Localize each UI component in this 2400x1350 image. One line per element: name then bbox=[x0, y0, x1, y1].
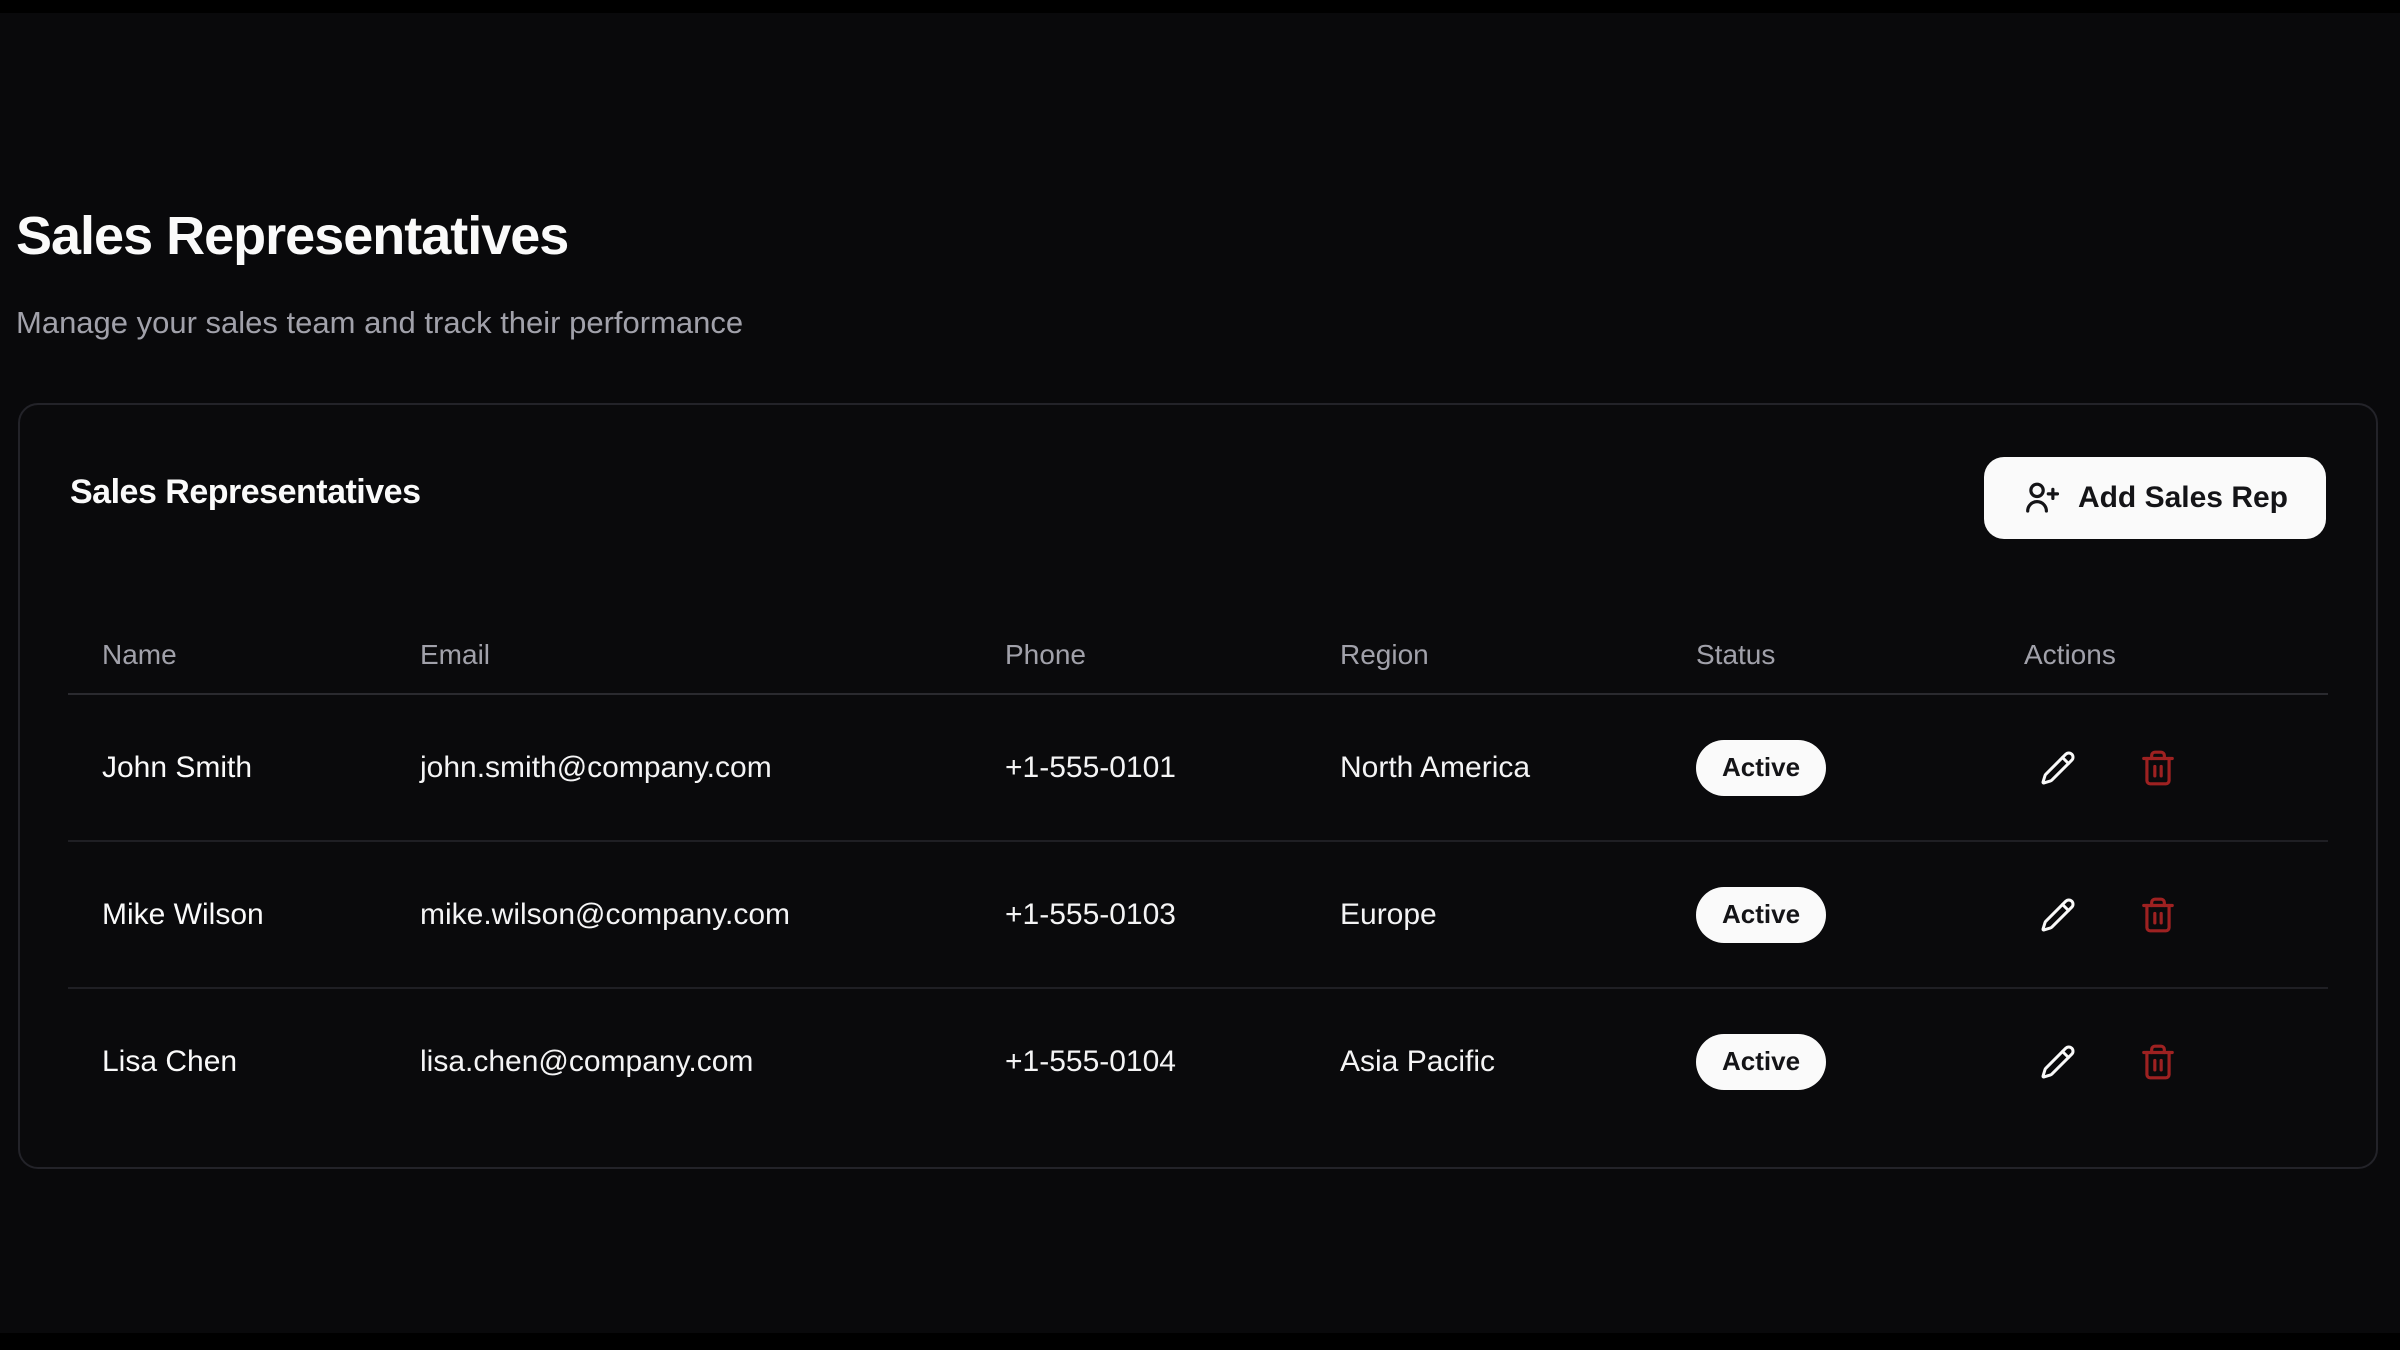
card-title: Sales Representatives bbox=[70, 473, 420, 512]
edit-button[interactable] bbox=[2030, 1034, 2086, 1090]
page-background: Sales Representatives Manage your sales … bbox=[0, 13, 2400, 1333]
cell-name: Lisa Chen bbox=[68, 1045, 386, 1079]
cell-actions bbox=[1990, 887, 2328, 943]
cell-phone: +1-555-0104 bbox=[971, 1045, 1306, 1079]
cell-status: Active bbox=[1662, 1034, 1990, 1090]
cell-phone: +1-555-0103 bbox=[971, 898, 1306, 932]
column-header-region: Region bbox=[1306, 639, 1662, 671]
trash-icon bbox=[2139, 896, 2177, 934]
table-row: John Smith john.smith@company.com +1-555… bbox=[68, 695, 2328, 842]
cell-name: Mike Wilson bbox=[68, 898, 386, 932]
table-row: Lisa Chen lisa.chen@company.com +1-555-0… bbox=[68, 989, 2328, 1134]
edit-button[interactable] bbox=[2030, 740, 2086, 796]
trash-icon bbox=[2139, 1043, 2177, 1081]
add-sales-rep-label: Add Sales Rep bbox=[2078, 481, 2288, 515]
column-header-email: Email bbox=[386, 639, 971, 671]
column-header-name: Name bbox=[68, 639, 386, 671]
column-header-actions: Actions bbox=[1990, 639, 2328, 671]
pencil-icon bbox=[2040, 750, 2076, 786]
status-badge: Active bbox=[1696, 1034, 1826, 1090]
cell-region: North America bbox=[1306, 751, 1662, 785]
table-body: John Smith john.smith@company.com +1-555… bbox=[68, 695, 2328, 1134]
table-header-row: Name Email Phone Region Status Actions bbox=[68, 617, 2328, 695]
edit-button[interactable] bbox=[2030, 887, 2086, 943]
delete-button[interactable] bbox=[2130, 887, 2186, 943]
page-title: Sales Representatives bbox=[16, 205, 568, 267]
delete-button[interactable] bbox=[2130, 1034, 2186, 1090]
cell-name: John Smith bbox=[68, 751, 386, 785]
column-header-status: Status bbox=[1662, 639, 1990, 671]
cell-phone: +1-555-0101 bbox=[971, 751, 1306, 785]
status-badge: Active bbox=[1696, 740, 1826, 796]
trash-icon bbox=[2139, 749, 2177, 787]
cell-status: Active bbox=[1662, 887, 1990, 943]
cell-email: mike.wilson@company.com bbox=[386, 898, 971, 932]
delete-button[interactable] bbox=[2130, 740, 2186, 796]
user-plus-icon bbox=[2022, 479, 2060, 517]
cell-region: Asia Pacific bbox=[1306, 1045, 1662, 1079]
cell-email: lisa.chen@company.com bbox=[386, 1045, 971, 1079]
column-header-phone: Phone bbox=[971, 639, 1306, 671]
cell-email: john.smith@company.com bbox=[386, 751, 971, 785]
pencil-icon bbox=[2040, 1044, 2076, 1080]
sales-reps-table: Name Email Phone Region Status Actions J… bbox=[68, 617, 2328, 1134]
page-subtitle: Manage your sales team and track their p… bbox=[16, 305, 743, 341]
cell-actions bbox=[1990, 1034, 2328, 1090]
pencil-icon bbox=[2040, 897, 2076, 933]
add-sales-rep-button[interactable]: Add Sales Rep bbox=[1984, 457, 2326, 539]
table-row: Mike Wilson mike.wilson@company.com +1-5… bbox=[68, 842, 2328, 989]
cell-actions bbox=[1990, 740, 2328, 796]
status-badge: Active bbox=[1696, 887, 1826, 943]
cell-status: Active bbox=[1662, 740, 1990, 796]
cell-region: Europe bbox=[1306, 898, 1662, 932]
sales-reps-card: Sales Representatives Add Sales Rep Name… bbox=[18, 403, 2378, 1169]
